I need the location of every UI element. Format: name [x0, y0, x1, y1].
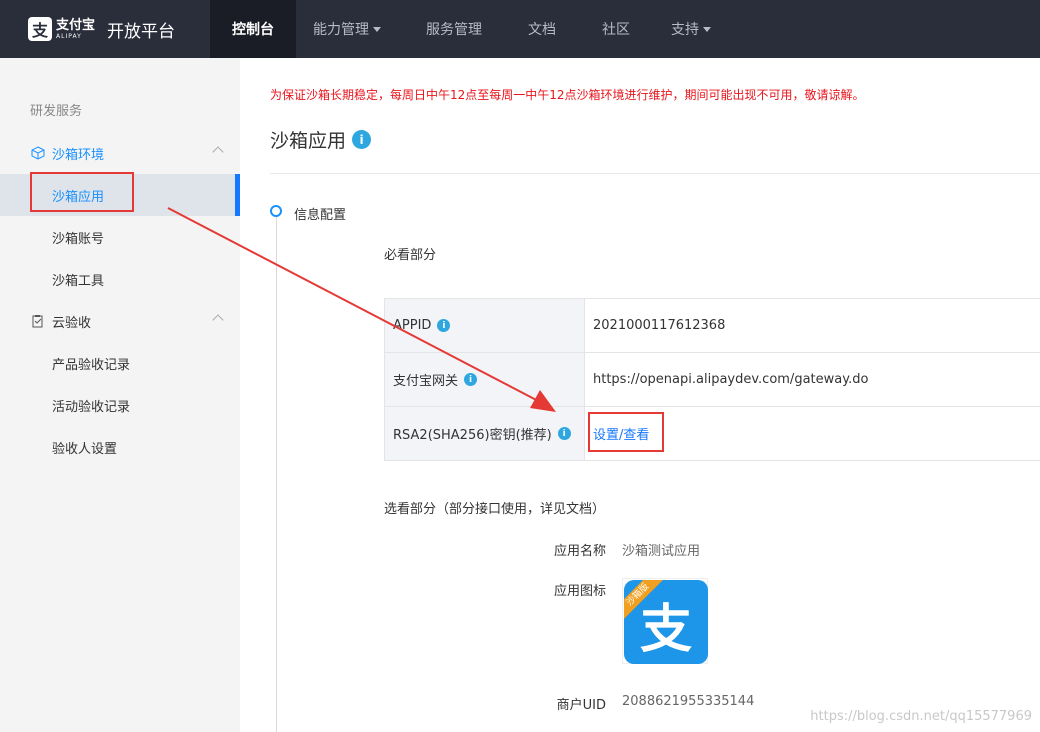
- sidebar-group-label: 云验收: [52, 315, 92, 331]
- sidebar-section-title: 研发服务: [30, 104, 83, 119]
- nav-label: 社区: [602, 22, 630, 38]
- top-navbar: 支 支付宝 ALIPAY 开放平台 控制台 能力管理 服务管理 文档 社区 支持: [0, 0, 1040, 58]
- nav-docs[interactable]: 文档: [510, 0, 574, 58]
- nav-label: 能力管理: [313, 22, 369, 38]
- app-icon[interactable]: 支 沙箱版: [622, 578, 708, 664]
- merchant-uid-value: 2088621955335144: [622, 694, 755, 709]
- sidebar-item-label: 沙箱应用: [52, 189, 105, 205]
- sidebar-group-label: 沙箱环境: [52, 147, 105, 163]
- page-title: 沙箱应用 i: [270, 126, 372, 153]
- alipay-logo-icon: 支: [28, 17, 52, 41]
- caret-down-icon: [373, 26, 381, 32]
- logo-en: ALIPAY: [56, 32, 82, 40]
- sidebar: 研发服务 沙箱环境 沙箱应用 沙箱账号 沙箱工具 云验收 产品验收记录 活动验收…: [0, 58, 240, 732]
- sidebar-item-product-records[interactable]: 产品验收记录: [0, 342, 240, 384]
- timeline-dot-icon: [270, 205, 282, 217]
- cube-icon: [30, 145, 46, 161]
- nav-console[interactable]: 控制台: [210, 0, 296, 58]
- divider: [270, 173, 1040, 174]
- config-key-text: 支付宝网关: [393, 374, 459, 389]
- table-row: APPID i 2021000117612368: [385, 299, 1040, 353]
- nav-label: 文档: [528, 22, 556, 38]
- table-row: RSA2(SHA256)密钥(推荐) i 设置/查看: [385, 407, 1040, 461]
- app-icon-label: 应用图标: [553, 584, 606, 599]
- chevron-up-icon: [212, 146, 224, 158]
- nav-service[interactable]: 服务管理: [398, 0, 510, 58]
- required-heading: 必看部分: [384, 248, 437, 263]
- sidebar-group-cloud-acceptance[interactable]: 云验收: [0, 300, 240, 342]
- sidebar-item-label: 沙箱工具: [52, 273, 105, 289]
- config-key-text: APPID: [393, 318, 432, 333]
- nav-capability[interactable]: 能力管理: [296, 0, 398, 58]
- caret-down-icon: [703, 26, 711, 32]
- sidebar-item-label: 验收人设置: [52, 441, 118, 457]
- app-name-label: 应用名称: [553, 544, 606, 559]
- watermark: https://blog.csdn.net/qq15577969: [810, 709, 1032, 724]
- info-icon[interactable]: i: [352, 130, 372, 149]
- nav-community[interactable]: 社区: [574, 0, 658, 58]
- sidebar-group-sandbox[interactable]: 沙箱环境: [0, 132, 240, 174]
- timeline-line: [276, 216, 277, 732]
- alipay-app-icon: 支 沙箱版: [624, 580, 708, 664]
- info-icon[interactable]: i: [437, 319, 451, 332]
- logo-cn: 支付宝: [56, 17, 96, 33]
- page-title-text: 沙箱应用: [270, 130, 347, 152]
- alipay-glyph: 支: [639, 599, 692, 660]
- table-row: 支付宝网关 i https://openapi.alipaydev.com/gat…: [385, 353, 1040, 407]
- config-key: 支付宝网关 i: [385, 353, 585, 406]
- platform-title: 开放平台: [107, 21, 176, 42]
- config-key: APPID i: [385, 299, 585, 352]
- sidebar-item-acceptor-settings[interactable]: 验收人设置: [0, 426, 240, 468]
- sidebar-item-label: 活动验收记录: [52, 399, 131, 415]
- nav-label: 支持: [671, 22, 699, 38]
- clipboard-icon: [30, 313, 46, 329]
- info-icon[interactable]: i: [557, 427, 571, 440]
- config-key-text: RSA2(SHA256)密钥(推荐): [393, 428, 552, 443]
- config-value: 2021000117612368: [593, 318, 726, 333]
- info-icon[interactable]: i: [464, 373, 478, 386]
- brand[interactable]: 支 支付宝 ALIPAY 开放平台: [0, 0, 210, 58]
- merchant-uid-label: 商户UID: [556, 698, 606, 713]
- nav-label: 服务管理: [426, 22, 482, 38]
- main-nav: 控制台 能力管理 服务管理 文档 社区 支持: [210, 0, 724, 58]
- sidebar-item-sandbox-app[interactable]: 沙箱应用: [0, 174, 240, 216]
- main-content: 为保证沙箱长期稳定，每周日中午12点至每周一中午12点沙箱环境进行维护，期间可能…: [240, 58, 1040, 732]
- step-label: 信息配置: [294, 208, 347, 223]
- sidebar-item-activity-records[interactable]: 活动验收记录: [0, 384, 240, 426]
- alipay-logo-text: 支付宝 ALIPAY: [56, 19, 95, 40]
- sidebar-item-label: 沙箱账号: [52, 231, 105, 247]
- chevron-up-icon: [212, 314, 224, 326]
- sidebar-item-sandbox-tools[interactable]: 沙箱工具: [0, 258, 240, 300]
- sidebar-item-sandbox-account[interactable]: 沙箱账号: [0, 216, 240, 258]
- config-table: APPID i 2021000117612368 支付宝网关 i https://o…: [384, 298, 1040, 461]
- app-name-value: 沙箱测试应用: [622, 544, 701, 559]
- maintenance-notice: 为保证沙箱长期稳定，每周日中午12点至每周一中午12点沙箱环境进行维护，期间可能…: [270, 88, 865, 102]
- nav-support[interactable]: 支持: [658, 0, 724, 58]
- config-key: RSA2(SHA256)密钥(推荐) i: [385, 407, 585, 460]
- sidebar-item-label: 产品验收记录: [52, 357, 131, 373]
- config-value: https://openapi.alipaydev.com/gateway.do: [593, 372, 869, 387]
- rsa-key-settings-link[interactable]: 设置/查看: [585, 407, 1040, 460]
- nav-label: 控制台: [232, 22, 274, 38]
- optional-heading: 选看部分（部分接口使用，详见文档）: [384, 502, 606, 517]
